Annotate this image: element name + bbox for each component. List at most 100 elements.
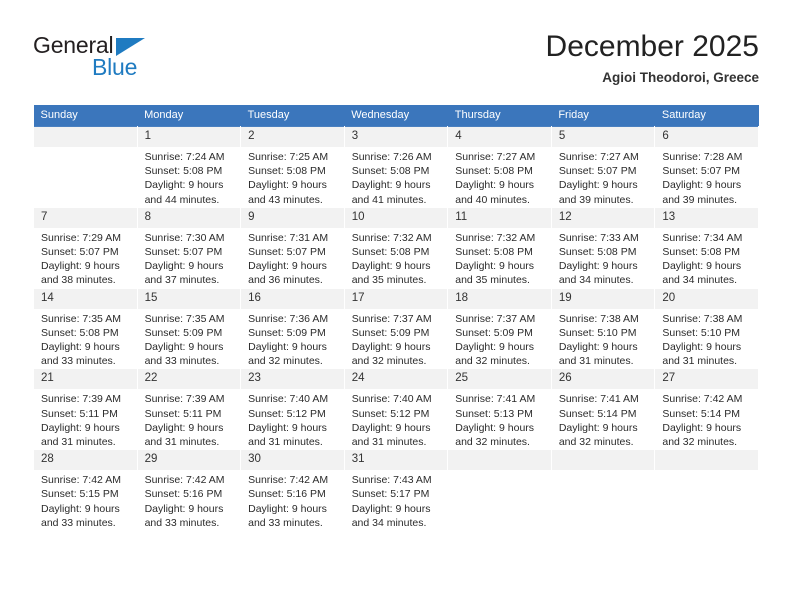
calendar-day-cell[interactable]: 13 Sunrise: 7:34 AM Sunset: 5:08 PM Dayligh… xyxy=(654,207,759,289)
day-number xyxy=(34,127,137,147)
weekday-header-sunday: Sunday xyxy=(33,105,138,127)
calendar-day-cell[interactable]: 25 Sunrise: 7:41 AM Sunset: 5:13 PM Dayligh… xyxy=(447,368,552,451)
calendar-day-cell-empty xyxy=(654,449,759,532)
day-daylight-1-text: Daylight: 9 hours xyxy=(248,421,327,434)
calendar-day-cell[interactable]: 19 Sunrise: 7:38 AM Sunset: 5:10 PM Dayligh… xyxy=(550,288,656,370)
day-sunrise-text: Sunrise: 7:34 AM xyxy=(662,231,743,244)
calendar-day-cell[interactable]: 16 Sunrise: 7:36 AM Sunset: 5:09 PM Dayligh… xyxy=(240,288,345,370)
day-sunrise-text: Sunrise: 7:27 AM xyxy=(558,151,639,163)
day-sun-info: Sunrise: 7:28 AM Sunset: 5:07 PM Daylight:… xyxy=(655,147,758,207)
calendar-day-cell[interactable]: 24 Sunrise: 7:40 AM Sunset: 5:12 PM Dayligh… xyxy=(343,368,449,451)
weekday-header-saturday: Saturday xyxy=(654,105,759,127)
day-sun-info: Sunrise: 7:35 AM Sunset: 5:08 PM Daylight:… xyxy=(34,309,137,369)
day-daylight-1-text: Daylight: 9 hours xyxy=(351,421,431,434)
day-daylight-2-text: and 44 minutes. xyxy=(144,193,220,206)
day-sunrise-text: Sunrise: 7:39 AM xyxy=(144,393,225,406)
calendar-day-cell[interactable]: 14 Sunrise: 7:35 AM Sunset: 5:08 PM Dayligh… xyxy=(33,288,138,370)
day-daylight-2-text: and 31 minutes. xyxy=(662,355,738,368)
calendar-day-cell[interactable]: 17 Sunrise: 7:37 AM Sunset: 5:09 PM Dayligh… xyxy=(343,288,449,370)
calendar-day-cell[interactable]: 1 Sunrise: 7:24 AM Sunset: 5:08 PM Daylight… xyxy=(136,126,242,208)
day-daylight-1-text: Daylight: 9 hours xyxy=(662,179,742,192)
day-number: 3 xyxy=(344,127,448,147)
day-daylight-1-text: Daylight: 9 hours xyxy=(144,260,224,273)
calendar-day-cell[interactable]: 30 Sunrise: 7:42 AM Sunset: 5:16 PM Dayligh… xyxy=(240,449,345,532)
calendar-page: General Blue December 2025 Agioi Theodor… xyxy=(0,0,792,612)
day-daylight-2-text: and 31 minutes. xyxy=(144,436,220,449)
day-sunset-text: Sunset: 5:09 PM xyxy=(455,326,533,339)
day-daylight-2-text: and 33 minutes. xyxy=(41,516,116,529)
calendar-day-cell[interactable]: 12 Sunrise: 7:33 AM Sunset: 5:08 PM Dayligh… xyxy=(550,207,656,289)
calendar-day-cell[interactable]: 22 Sunrise: 7:39 AM Sunset: 5:11 PM Dayligh… xyxy=(136,368,242,451)
day-daylight-1-text: Daylight: 9 hours xyxy=(41,502,120,515)
weekday-header-wednesday: Wednesday xyxy=(344,105,448,127)
day-number: 21 xyxy=(34,369,137,390)
day-daylight-1-text: Daylight: 9 hours xyxy=(662,341,742,354)
day-sunset-text: Sunset: 5:12 PM xyxy=(351,407,430,420)
day-number: 24 xyxy=(344,369,448,390)
calendar-day-cell[interactable]: 20 Sunrise: 7:38 AM Sunset: 5:10 PM Dayligh… xyxy=(654,288,759,370)
day-sun-info: Sunrise: 7:27 AM Sunset: 5:08 PM Daylight:… xyxy=(448,147,551,207)
day-sun-info: Sunrise: 7:27 AM Sunset: 5:07 PM Daylight:… xyxy=(552,147,655,207)
calendar-day-cell[interactable]: 15 Sunrise: 7:35 AM Sunset: 5:09 PM Dayligh… xyxy=(136,288,242,370)
calendar-day-cell[interactable]: 9 Sunrise: 7:31 AM Sunset: 5:07 PM Daylight… xyxy=(240,207,345,289)
day-daylight-2-text: and 35 minutes. xyxy=(455,274,530,287)
page-title: December 2025 xyxy=(545,30,759,63)
calendar-day-cell[interactable]: 5 Sunrise: 7:27 AM Sunset: 5:07 PM Daylight… xyxy=(550,126,656,208)
day-sunset-text: Sunset: 5:07 PM xyxy=(248,246,326,259)
calendar-day-cell[interactable]: 28 Sunrise: 7:42 AM Sunset: 5:15 PM Dayligh… xyxy=(33,449,138,532)
day-sunset-text: Sunset: 5:15 PM xyxy=(41,488,119,501)
day-sunrise-text: Sunrise: 7:42 AM xyxy=(248,474,329,487)
calendar-day-cell[interactable]: 3 Sunrise: 7:26 AM Sunset: 5:08 PM Daylight… xyxy=(343,126,449,208)
calendar-day-cell[interactable]: 18 Sunrise: 7:37 AM Sunset: 5:09 PM Dayligh… xyxy=(447,288,552,370)
day-sunset-text: Sunset: 5:08 PM xyxy=(455,165,533,178)
day-daylight-2-text: and 33 minutes. xyxy=(248,516,323,529)
day-number: 10 xyxy=(344,207,448,228)
day-sunrise-text: Sunrise: 7:42 AM xyxy=(41,474,121,487)
day-number: 5 xyxy=(551,127,655,147)
day-sunrise-text: Sunrise: 7:33 AM xyxy=(558,231,639,244)
day-sun-info: Sunrise: 7:40 AM Sunset: 5:12 PM Daylight:… xyxy=(345,389,448,449)
day-sun-info: Sunrise: 7:32 AM Sunset: 5:08 PM Daylight:… xyxy=(345,228,448,288)
day-sun-info: Sunrise: 7:37 AM Sunset: 5:09 PM Daylight:… xyxy=(448,309,551,369)
day-sunset-text: Sunset: 5:12 PM xyxy=(248,407,326,420)
day-sunrise-text: Sunrise: 7:37 AM xyxy=(351,312,432,325)
day-daylight-2-text: and 31 minutes. xyxy=(248,436,323,449)
calendar-day-cell[interactable]: 4 Sunrise: 7:27 AM Sunset: 5:08 PM Daylight… xyxy=(447,126,552,208)
calendar-day-cell[interactable]: 23 Sunrise: 7:40 AM Sunset: 5:12 PM Dayligh… xyxy=(240,368,345,451)
weekday-header-monday: Monday xyxy=(137,105,241,127)
day-number: 30 xyxy=(241,450,344,471)
day-number: 7 xyxy=(34,207,137,228)
day-daylight-2-text: and 32 minutes. xyxy=(455,355,530,368)
day-sunset-text: Sunset: 5:08 PM xyxy=(144,165,223,178)
calendar-day-cell[interactable]: 11 Sunrise: 7:32 AM Sunset: 5:08 PM Dayligh… xyxy=(447,207,552,289)
calendar-day-cell[interactable]: 31 Sunrise: 7:43 AM Sunset: 5:17 PM Dayligh… xyxy=(343,449,449,532)
day-sun-info: Sunrise: 7:24 AM Sunset: 5:08 PM Daylight:… xyxy=(138,147,241,207)
calendar-day-cell-empty xyxy=(550,449,656,532)
calendar-day-cell[interactable]: 27 Sunrise: 7:42 AM Sunset: 5:14 PM Dayligh… xyxy=(654,368,759,451)
day-daylight-1-text: Daylight: 9 hours xyxy=(248,179,327,192)
day-sunset-text: Sunset: 5:13 PM xyxy=(455,407,533,420)
calendar-day-cell-empty xyxy=(447,449,552,532)
day-sunrise-text: Sunrise: 7:30 AM xyxy=(144,231,225,244)
calendar-day-cell[interactable]: 2 Sunrise: 7:25 AM Sunset: 5:08 PM Daylight… xyxy=(240,126,345,208)
day-number: 25 xyxy=(448,369,551,390)
calendar-day-cell[interactable]: 10 Sunrise: 7:32 AM Sunset: 5:08 PM Dayligh… xyxy=(343,207,449,289)
day-daylight-2-text: and 31 minutes. xyxy=(351,436,427,449)
day-sunrise-text: Sunrise: 7:28 AM xyxy=(662,151,743,163)
day-number: 11 xyxy=(448,207,551,228)
day-daylight-2-text: and 39 minutes. xyxy=(558,193,634,206)
calendar-day-cell[interactable]: 8 Sunrise: 7:30 AM Sunset: 5:07 PM Daylight… xyxy=(136,207,242,289)
day-sun-info: Sunrise: 7:35 AM Sunset: 5:09 PM Daylight:… xyxy=(138,309,241,369)
calendar-day-cell[interactable]: 29 Sunrise: 7:42 AM Sunset: 5:16 PM Dayligh… xyxy=(136,449,242,532)
calendar-day-cell[interactable]: 6 Sunrise: 7:28 AM Sunset: 5:07 PM Daylight… xyxy=(654,126,759,208)
day-sunrise-text: Sunrise: 7:38 AM xyxy=(558,312,639,325)
day-sunset-text: Sunset: 5:08 PM xyxy=(351,165,430,178)
day-number: 12 xyxy=(551,207,655,228)
day-sunset-text: Sunset: 5:09 PM xyxy=(144,326,223,339)
calendar-day-cell[interactable]: 7 Sunrise: 7:29 AM Sunset: 5:07 PM Daylight… xyxy=(33,207,138,289)
brand-logo[interactable]: General Blue xyxy=(33,32,233,90)
day-number: 13 xyxy=(655,207,758,228)
calendar-day-cell[interactable]: 21 Sunrise: 7:39 AM Sunset: 5:11 PM Dayligh… xyxy=(33,368,138,451)
calendar-day-cell[interactable]: 26 Sunrise: 7:41 AM Sunset: 5:14 PM Dayligh… xyxy=(550,368,656,451)
day-number: 31 xyxy=(344,450,448,471)
